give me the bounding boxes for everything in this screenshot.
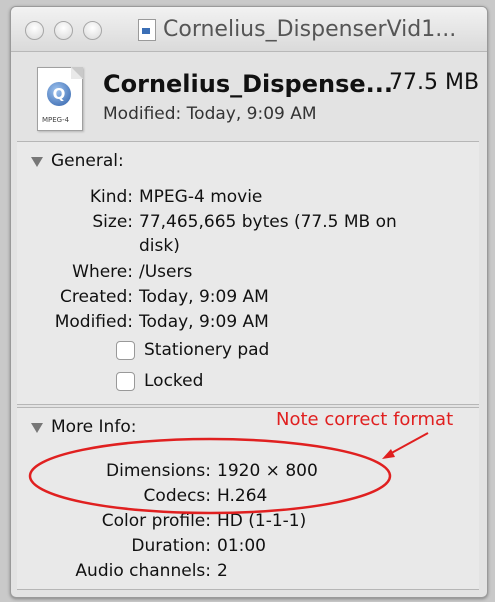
annotation-overlay xyxy=(28,432,429,515)
annotation-arrowhead xyxy=(382,449,395,459)
annotation-ellipse xyxy=(28,437,392,515)
